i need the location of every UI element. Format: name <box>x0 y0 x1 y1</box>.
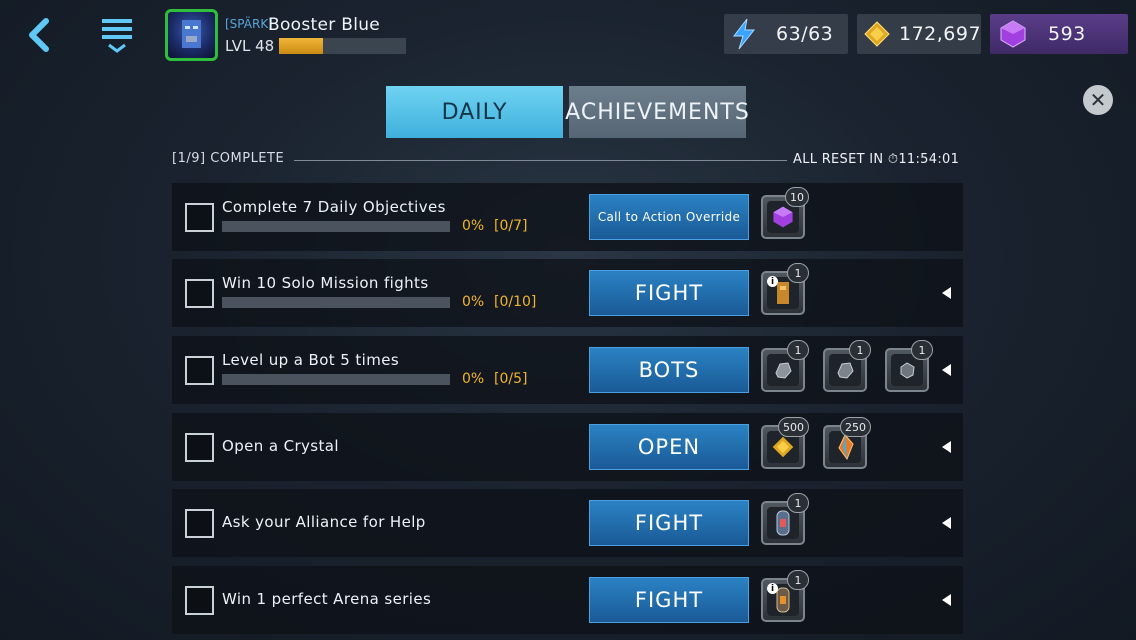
expand-arrow-icon[interactable] <box>942 517 951 529</box>
lightning-icon <box>732 18 756 50</box>
open-button[interactable]: OPEN <box>589 424 749 470</box>
gold-icon <box>864 21 890 47</box>
shard-icon <box>838 434 854 460</box>
reward-gold[interactable]: 500 <box>761 417 809 469</box>
gem-icon <box>1000 20 1026 48</box>
objective-count: [0/10] <box>494 294 537 310</box>
menu-icon <box>102 19 132 53</box>
reward-quantity: 500 <box>778 417 809 437</box>
objective-title: Win 1 perfect Arena series <box>222 590 432 608</box>
ore-icon <box>900 362 915 379</box>
objective-progress-bar <box>222 297 450 308</box>
reward-shard[interactable]: 250 <box>823 417 871 469</box>
objective-row: Complete 7 Daily Objectives 0% [0/7] Cal… <box>172 183 963 251</box>
divider <box>294 160 787 161</box>
objective-count: [0/5] <box>494 371 528 387</box>
gold-counter[interactable]: 172,697 <box>857 14 981 54</box>
chevron-left-icon <box>29 18 49 52</box>
objective-percent: 0% <box>462 294 485 310</box>
player-level: LVL 48 <box>225 37 275 55</box>
ore-icon <box>837 362 854 379</box>
reward-quantity: 1 <box>787 263 809 283</box>
back-button[interactable] <box>14 10 66 60</box>
gem-value: 593 <box>1048 23 1086 45</box>
tab-daily[interactable]: DAILY <box>386 86 563 138</box>
energy-counter[interactable]: 63/63 <box>724 14 848 54</box>
objective-title: Level up a Bot 5 times <box>222 351 400 369</box>
reward-ore[interactable]: 1 <box>761 340 809 392</box>
objective-checkbox <box>185 586 214 615</box>
reward-quantity: 10 <box>785 187 809 207</box>
reward-quantity: 250 <box>840 417 871 437</box>
info-icon: i <box>767 583 778 594</box>
player-avatar[interactable] <box>165 9 218 61</box>
reward-bot-crate[interactable]: i 1 <box>761 263 809 315</box>
reward-quantity: 1 <box>787 493 809 513</box>
reward-quantity: 1 <box>849 340 871 360</box>
gold-icon <box>772 436 794 458</box>
fight-button[interactable]: FIGHT <box>589 577 749 623</box>
objective-checkbox <box>185 509 214 538</box>
fight-button[interactable]: FIGHT <box>589 500 749 546</box>
reward-capsule[interactable]: i 1 <box>761 570 809 622</box>
reward-quantity: 1 <box>787 340 809 360</box>
gem-counter[interactable]: 593 <box>990 14 1128 54</box>
objective-title: Ask your Alliance for Help <box>222 513 426 531</box>
capsule-icon <box>776 510 790 536</box>
xp-bar <box>279 38 406 54</box>
fight-button[interactable]: FIGHT <box>589 270 749 316</box>
reward-capsule[interactable]: 1 <box>761 493 809 545</box>
objective-checkbox <box>185 279 214 308</box>
objective-row: Win 1 perfect Arena series FIGHT i 1 <box>172 566 963 634</box>
reset-timer: ALL RESET IN ⏱11:54:01 <box>793 152 959 167</box>
objective-checkbox <box>185 356 214 385</box>
info-icon: i <box>767 276 778 287</box>
bots-button[interactable]: BOTS <box>589 347 749 393</box>
xp-bar-fill <box>279 38 324 54</box>
completion-summary: [1/9] COMPLETE <box>172 151 285 166</box>
tab-achievements[interactable]: ACHIEVEMENTS <box>565 86 749 138</box>
reward-quantity: 1 <box>911 340 933 360</box>
objective-checkbox <box>185 203 214 232</box>
objective-progress-bar <box>222 374 450 385</box>
reward-quantity: 1 <box>787 570 809 590</box>
close-icon: ✕ <box>1089 88 1107 112</box>
expand-arrow-icon[interactable] <box>942 364 951 376</box>
objective-percent: 0% <box>462 371 485 387</box>
expand-arrow-icon[interactable] <box>942 287 951 299</box>
reward-ore[interactable]: 1 <box>823 340 871 392</box>
ore-icon <box>775 362 792 379</box>
expand-arrow-icon[interactable] <box>942 441 951 453</box>
expand-arrow-icon[interactable] <box>942 594 951 606</box>
objective-count: [0/7] <box>494 218 528 234</box>
objective-progress-bar <box>222 221 450 232</box>
objective-title: Open a Crystal <box>222 437 339 455</box>
objective-row: Open a Crystal OPEN 500 250 <box>172 413 963 481</box>
reset-time: 11:54:01 <box>898 152 960 167</box>
gem-icon <box>773 206 793 228</box>
objective-title: Complete 7 Daily Objectives <box>222 198 446 216</box>
objective-row: Level up a Bot 5 times 0% [0/5] BOTS 1 1… <box>172 336 963 404</box>
close-button[interactable]: ✕ <box>1083 85 1113 115</box>
bot-portrait-icon <box>182 20 201 48</box>
objective-title: Win 10 Solo Mission fights <box>222 274 429 292</box>
objective-row: Win 10 Solo Mission fights 0% [0/10] FIG… <box>172 259 963 327</box>
clock-icon: ⏱ <box>887 152 899 167</box>
objective-row: Ask your Alliance for Help FIGHT 1 <box>172 489 963 557</box>
gold-value: 172,697 <box>899 23 982 45</box>
menu-button[interactable] <box>92 10 142 60</box>
player-name: Booster Blue <box>268 15 381 35</box>
energy-value: 63/63 <box>776 23 834 45</box>
objective-percent: 0% <box>462 218 485 234</box>
reward-ore[interactable]: 1 <box>885 340 933 392</box>
reward-gem[interactable]: 10 <box>761 187 809 239</box>
objective-checkbox <box>185 433 214 462</box>
player-alliance-tag: [SPÄRK] <box>225 17 273 31</box>
call-to-action-button[interactable]: Call to Action Override <box>589 194 749 240</box>
reset-label: ALL RESET IN <box>793 152 884 167</box>
